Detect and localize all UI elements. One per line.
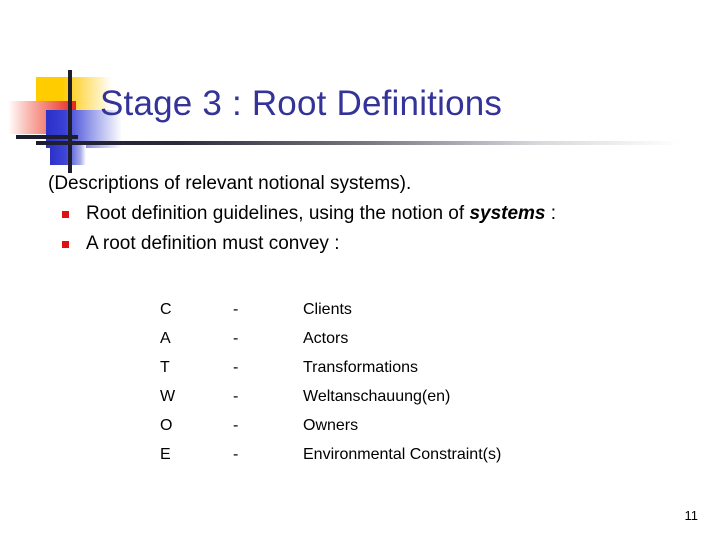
catwoe-description: Transformations — [303, 359, 418, 376]
catwoe-description: Weltanschauung(en) — [303, 388, 451, 405]
catwoe-dash: - — [233, 330, 239, 347]
table-row: W - Weltanschauung(en) — [160, 387, 501, 416]
list-item: Root definition guidelines, using the no… — [48, 200, 668, 228]
catwoe-description: Owners — [303, 417, 359, 434]
page-number: 11 — [684, 508, 699, 523]
catwoe-description: Environmental Constraint(s) — [303, 446, 502, 463]
catwoe-letter: T — [160, 359, 170, 376]
blue-small-square-icon — [50, 143, 86, 165]
vertical-bar-icon — [68, 70, 72, 173]
horizontal-bar-icon — [16, 135, 78, 139]
catwoe-letter: C — [160, 301, 172, 318]
body-content: (Descriptions of relevant notional syste… — [48, 170, 668, 260]
catwoe-description: Clients — [303, 301, 352, 318]
bullet-emphasis: systems — [469, 203, 546, 224]
catwoe-dash: - — [233, 446, 239, 463]
catwoe-dash: - — [233, 417, 239, 434]
bullet-text-after: : — [545, 203, 557, 224]
table-row: T - Transformations — [160, 358, 501, 387]
red-square-icon — [8, 101, 76, 134]
table-row: O - Owners — [160, 416, 501, 445]
table-row: C - Clients — [160, 300, 501, 329]
catwoe-letter: O — [160, 417, 173, 434]
bullet-square-icon — [62, 211, 69, 218]
bullet-square-icon — [62, 241, 69, 248]
catwoe-letter: E — [160, 446, 171, 463]
catwoe-dash: - — [233, 359, 239, 376]
bullet-list: Root definition guidelines, using the no… — [48, 200, 668, 258]
table-row: E - Environmental Constraint(s) — [160, 445, 501, 474]
lead-line: (Descriptions of relevant notional syste… — [48, 173, 412, 194]
bullet-text-before: Root definition guidelines, using the no… — [86, 203, 470, 224]
slide-canvas: Stage 3 : Root Definitions (Descriptions… — [0, 0, 720, 540]
catwoe-description: Actors — [303, 330, 349, 347]
table-row: A - Actors — [160, 329, 501, 358]
catwoe-letter: A — [160, 330, 171, 347]
catwoe-letter: W — [160, 388, 176, 405]
page-title: Stage 3 : Root Definitions — [100, 84, 503, 123]
catwoe-table: C - Clients A - Actors T - Transformatio… — [160, 300, 501, 474]
catwoe-dash: - — [233, 301, 239, 318]
list-item: A root definition must convey : — [48, 230, 668, 258]
bullet-text-before: A root definition must convey : — [86, 233, 340, 254]
title-divider — [36, 141, 681, 145]
catwoe-dash: - — [233, 388, 239, 405]
